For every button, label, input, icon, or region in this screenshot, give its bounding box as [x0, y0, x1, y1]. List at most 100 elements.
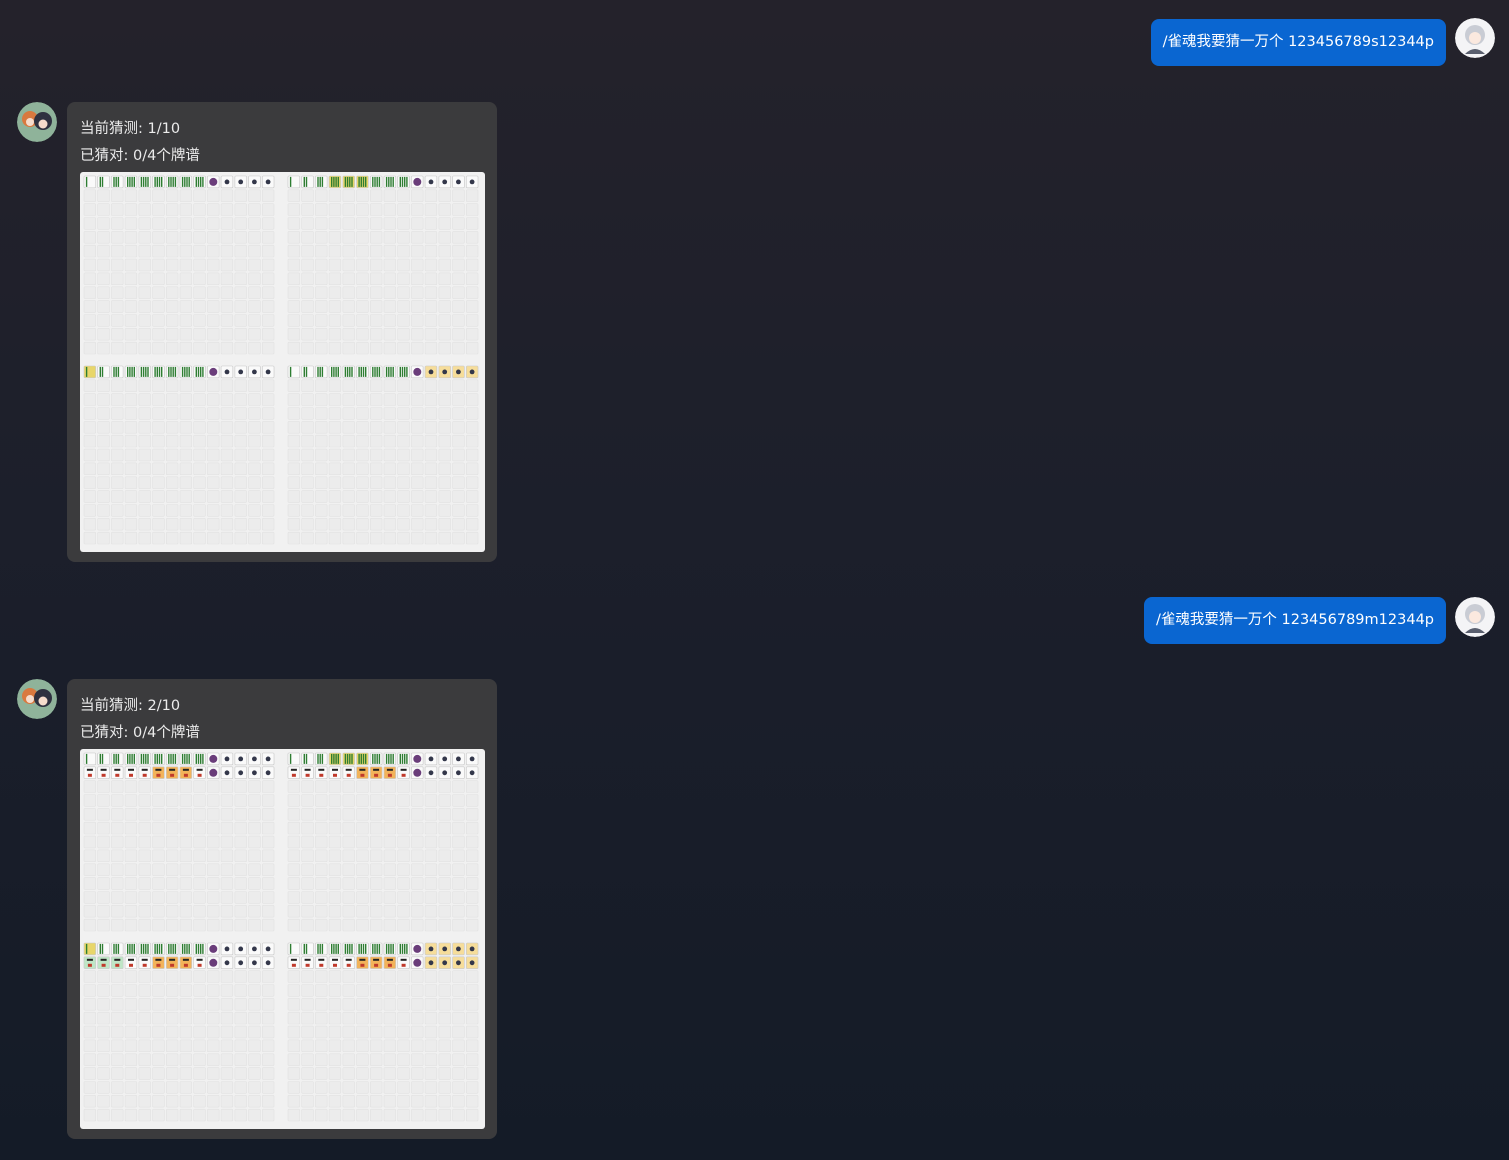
empty-tile-slot: [83, 244, 96, 258]
bamboo-glyph: [195, 176, 197, 187]
bamboo-glyph: [174, 366, 177, 377]
empty-tile-slot: [138, 300, 151, 313]
empty-tile-slot: [287, 808, 300, 821]
empty-tile-slot: [356, 476, 369, 489]
empty-tile-slot: [438, 970, 451, 983]
empty-tile-slot: [152, 189, 165, 202]
bamboo-glyph: [385, 943, 388, 954]
circle-glyph: [413, 958, 422, 967]
empty-tile-slot: [397, 448, 410, 462]
user-avatar-icon[interactable]: [1455, 18, 1495, 58]
empty-tile-slot: [383, 1108, 396, 1122]
empty-tile-slot: [83, 905, 96, 918]
empty-tile-slot: [220, 518, 234, 531]
bamboo-glyph: [390, 366, 392, 377]
empty-tile-slot: [452, 328, 465, 341]
empty-tile-slot: [111, 217, 124, 230]
bamboo-glyph: [331, 943, 333, 954]
empty-tile-slot: [220, 1011, 234, 1025]
empty-tile-slot: [301, 1039, 314, 1053]
bamboo-glyph: [140, 753, 143, 764]
replay-guess-grid: [83, 365, 275, 545]
bot-avatar-icon[interactable]: [17, 679, 57, 719]
empty-tile-slot: [452, 918, 465, 932]
empty-tile-slot: [138, 462, 151, 476]
empty-tile-slot: [411, 379, 424, 392]
empty-tile-slot: [234, 258, 247, 272]
empty-tile-slot: [124, 780, 138, 793]
empty-tile-slot: [328, 189, 342, 202]
mahjong-tile: [97, 942, 110, 956]
circle-glyph: [238, 369, 244, 375]
empty-tile-slot: [193, 1067, 206, 1080]
empty-tile-slot: [424, 393, 438, 406]
empty-tile-slot: [207, 794, 220, 807]
empty-tile-slot: [248, 984, 261, 997]
empty-tile-slot: [287, 849, 300, 863]
empty-tile-slot: [342, 821, 355, 835]
empty-tile-slot: [301, 518, 314, 531]
empty-tile-slot: [124, 476, 138, 489]
empty-tile-slot: [166, 518, 179, 531]
empty-tile-slot: [248, 780, 261, 793]
empty-tile-slot: [342, 835, 355, 849]
empty-tile-slot: [411, 476, 424, 489]
empty-tile-slot: [207, 918, 220, 932]
empty-tile-slot: [397, 379, 410, 392]
empty-tile-slot: [383, 504, 396, 517]
empty-tile-slot: [411, 393, 424, 406]
user-avatar-icon[interactable]: [1455, 597, 1495, 637]
empty-tile-slot: [383, 1067, 396, 1080]
empty-tile-slot: [466, 448, 479, 462]
circle-glyph: [442, 369, 448, 375]
bamboo-glyph: [362, 753, 365, 764]
empty-tile-slot: [83, 531, 96, 545]
empty-tile-slot: [179, 286, 192, 299]
mahjong-tile: [138, 766, 151, 779]
empty-tile-slot: [138, 244, 151, 258]
empty-tile-slot: [220, 780, 234, 793]
empty-tile-slot: [248, 393, 261, 406]
empty-tile-slot: [193, 1053, 206, 1066]
empty-tile-slot: [287, 379, 300, 392]
empty-tile-slot: [287, 891, 300, 904]
empty-tile-slot: [287, 434, 300, 448]
empty-tile-slot: [207, 1095, 220, 1108]
empty-tile-slot: [356, 231, 369, 244]
empty-tile-slot: [315, 434, 328, 448]
bot-avatar-icon[interactable]: [17, 102, 57, 142]
mahjong-tile: [83, 365, 96, 379]
empty-tile-slot: [248, 462, 261, 476]
empty-tile-slot: [424, 504, 438, 517]
mahjong-tile: [83, 175, 96, 189]
bamboo-glyph: [172, 943, 174, 954]
bamboo-glyph: [184, 366, 186, 377]
empty-tile-slot: [262, 780, 275, 793]
empty-tile-slot: [179, 780, 192, 793]
empty-tile-slot: [452, 970, 465, 983]
empty-tile-slot: [234, 1053, 247, 1066]
empty-tile-slot: [83, 984, 96, 997]
empty-tile-slot: [234, 504, 247, 517]
empty-tile-slot: [220, 258, 234, 272]
bamboo-glyph: [154, 943, 156, 954]
empty-tile-slot: [370, 379, 383, 392]
empty-tile-slot: [83, 794, 96, 807]
empty-tile-slot: [328, 421, 342, 434]
empty-tile-slot: [411, 231, 424, 244]
empty-tile-slot: [383, 341, 396, 355]
bamboo-glyph: [289, 176, 292, 187]
empty-tile-slot: [328, 272, 342, 286]
empty-tile-slot: [301, 272, 314, 286]
empty-tile-slot: [438, 780, 451, 793]
empty-tile-slot: [193, 835, 206, 849]
empty-tile-slot: [287, 970, 300, 983]
bamboo-glyph: [181, 753, 184, 764]
empty-tile-slot: [179, 984, 192, 997]
empty-tile-slot: [383, 1025, 396, 1039]
empty-tile-slot: [397, 231, 410, 244]
bamboo-glyph: [399, 176, 401, 187]
empty-tile-slot: [193, 998, 206, 1011]
empty-tile-slot: [287, 231, 300, 244]
empty-tile-slot: [466, 421, 479, 434]
